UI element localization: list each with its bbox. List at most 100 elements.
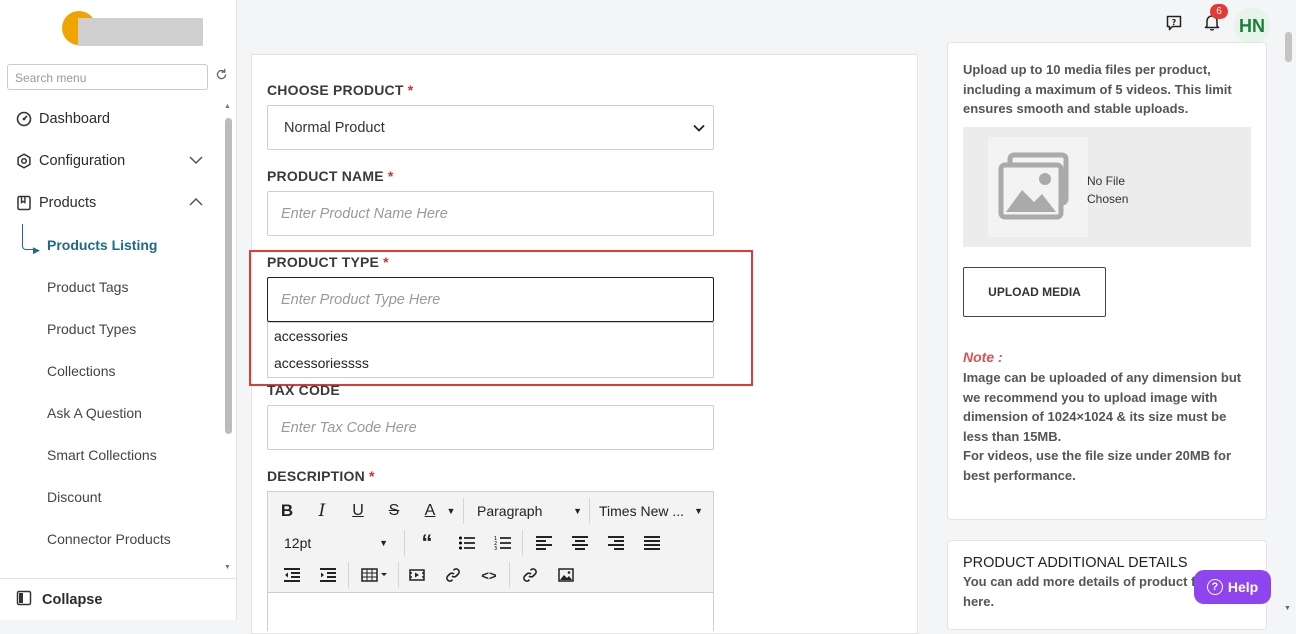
sidebar-item-label: Dashboard <box>39 111 110 127</box>
block-format-dropdown[interactable]: Paragraph ▼ <box>477 498 582 524</box>
description-label-text: DESCRIPTION <box>267 468 365 484</box>
avatar[interactable]: HN <box>1234 8 1270 44</box>
choose-product-label-text: CHOOSE PRODUCT <box>267 82 404 98</box>
upload-media-button[interactable]: UPLOAD MEDIA <box>963 267 1106 317</box>
align-left-icon[interactable] <box>531 530 557 556</box>
indent-icon[interactable] <box>315 562 341 588</box>
note-title: Note : <box>963 349 1003 365</box>
required-marker: * <box>387 168 394 184</box>
sidebar-item-dashboard[interactable]: Dashboard <box>16 111 110 127</box>
insert-link-icon[interactable] <box>517 562 543 588</box>
editor-content-area[interactable] <box>268 592 713 632</box>
sidebar-item-products[interactable]: Products <box>16 195 96 211</box>
svg-text:?: ? <box>1172 18 1177 27</box>
sidebar-sub-product-types[interactable]: Product Types <box>47 321 136 337</box>
collapse-label: Collapse <box>42 591 103 608</box>
scroll-down-arrow-icon[interactable]: ▼ <box>224 564 231 571</box>
media-info-text: Upload up to 10 media files per product,… <box>963 62 1232 116</box>
chevron-up-icon[interactable] <box>189 197 203 210</box>
link-icon[interactable] <box>440 562 466 588</box>
gear-icon <box>16 153 32 169</box>
toolbar-separator <box>463 498 464 524</box>
font-family-value: Times New ... <box>599 503 685 519</box>
no-file-chosen-text: No File Chosen <box>1087 172 1128 208</box>
help-button[interactable]: ? Help <box>1194 570 1271 604</box>
tree-arrow-icon: ▶ <box>33 245 40 255</box>
search-menu-input[interactable]: Search menu <box>7 64 208 90</box>
highlight-box <box>249 250 753 386</box>
main-scrollbar-thumb[interactable] <box>1285 32 1292 62</box>
bold-button[interactable]: B <box>274 498 300 524</box>
align-center-icon[interactable] <box>567 530 593 556</box>
toolbar-separator <box>348 562 349 588</box>
sidebar-sub-collections[interactable]: Collections <box>47 363 115 379</box>
bullet-list-icon[interactable] <box>454 530 480 556</box>
tax-code-label: TAX CODE <box>267 382 340 398</box>
sidebar-item-configuration[interactable]: Configuration <box>16 153 125 169</box>
image-icon[interactable] <box>553 562 579 588</box>
source-code-icon[interactable]: <> <box>476 562 502 588</box>
no-file-line-2: Chosen <box>1087 192 1129 206</box>
underline-button[interactable]: U <box>345 498 371 524</box>
help-label: Help <box>1227 579 1259 595</box>
note-text-1: Image can be uploaded of any dimension b… <box>963 370 1242 444</box>
choose-product-value: Normal Product <box>284 119 385 136</box>
sidebar-sub-product-tags[interactable]: Product Tags <box>47 279 128 295</box>
scroll-up-arrow-icon[interactable]: ▲ <box>224 103 231 110</box>
note-text-2: For videos, use the file size under 20MB… <box>963 448 1232 483</box>
sidebar-sub-products-listing[interactable]: Products Listing <box>47 237 157 253</box>
notification-badge: 6 <box>1210 4 1228 19</box>
chevron-down-icon <box>693 120 705 136</box>
description-label: DESCRIPTION * <box>267 468 375 484</box>
toolbar-separator <box>398 562 399 588</box>
sidebar: Search menu Dashboard Configuration Prod… <box>0 0 237 620</box>
main-scrollbar[interactable] <box>1282 30 1292 618</box>
choose-product-select[interactable]: Normal Product <box>267 105 714 150</box>
additional-details-title: PRODUCT ADDITIONAL DETAILS <box>963 555 1188 571</box>
svg-text:3: 3 <box>494 546 497 551</box>
video-icon[interactable] <box>404 562 430 588</box>
numbered-list-icon[interactable]: 123 <box>490 530 516 556</box>
sidebar-item-label: Products <box>39 195 97 211</box>
bookmark-icon <box>16 195 32 211</box>
sidebar-sub-ask-a-question[interactable]: Ask A Question <box>47 405 142 421</box>
question-circle-icon: ? <box>1206 579 1223 595</box>
caret-down-icon: ▼ <box>379 538 388 548</box>
collapse-icon <box>16 590 32 610</box>
chevron-down-icon[interactable] <box>189 155 203 168</box>
font-family-dropdown[interactable]: Times New ... ▼ <box>599 498 703 524</box>
image-placeholder-icon <box>988 137 1088 237</box>
sidebar-item-label: Configuration <box>39 153 126 169</box>
align-right-icon[interactable] <box>603 530 629 556</box>
toolbar-separator <box>522 530 523 556</box>
collapse-button[interactable]: Collapse <box>0 578 236 620</box>
font-size-value: 12pt <box>284 535 312 551</box>
scroll-down-arrow-icon[interactable]: ▼ <box>1284 605 1291 612</box>
strikethrough-button[interactable]: S <box>381 498 407 524</box>
product-name-input[interactable]: Enter Product Name Here <box>267 191 714 236</box>
font-size-dropdown[interactable]: 12pt ▼ <box>284 530 388 556</box>
toolbar-separator <box>509 562 510 588</box>
blockquote-icon[interactable]: “ <box>414 530 440 556</box>
outdent-icon[interactable] <box>279 562 305 588</box>
table-icon[interactable] <box>358 562 392 588</box>
sidebar-sub-connector-products[interactable]: Connector Products <box>47 531 171 547</box>
sidebar-scrollbar-thumb[interactable] <box>225 118 232 434</box>
caret-down-icon: ▼ <box>573 506 582 516</box>
caret-down-icon: ▼ <box>694 506 703 516</box>
tax-code-input[interactable]: Enter Tax Code Here <box>267 405 714 450</box>
caret-down-icon[interactable]: ▼ <box>445 498 457 524</box>
dashboard-icon <box>16 111 32 127</box>
align-justify-icon[interactable] <box>639 530 665 556</box>
toolbar-separator <box>589 498 590 524</box>
note-text: Image can be uploaded of any dimension b… <box>963 368 1255 485</box>
sidebar-sub-smart-collections[interactable]: Smart Collections <box>47 447 157 463</box>
font-color-button[interactable]: A <box>417 498 443 524</box>
product-name-label: PRODUCT NAME * <box>267 168 393 184</box>
help-question-icon[interactable]: ? <box>1165 14 1183 32</box>
toolbar-separator <box>404 530 405 556</box>
sidebar-sub-discount[interactable]: Discount <box>47 489 101 505</box>
refresh-icon[interactable] <box>215 68 228 84</box>
required-marker: * <box>407 82 414 98</box>
italic-button[interactable]: I <box>309 498 335 524</box>
